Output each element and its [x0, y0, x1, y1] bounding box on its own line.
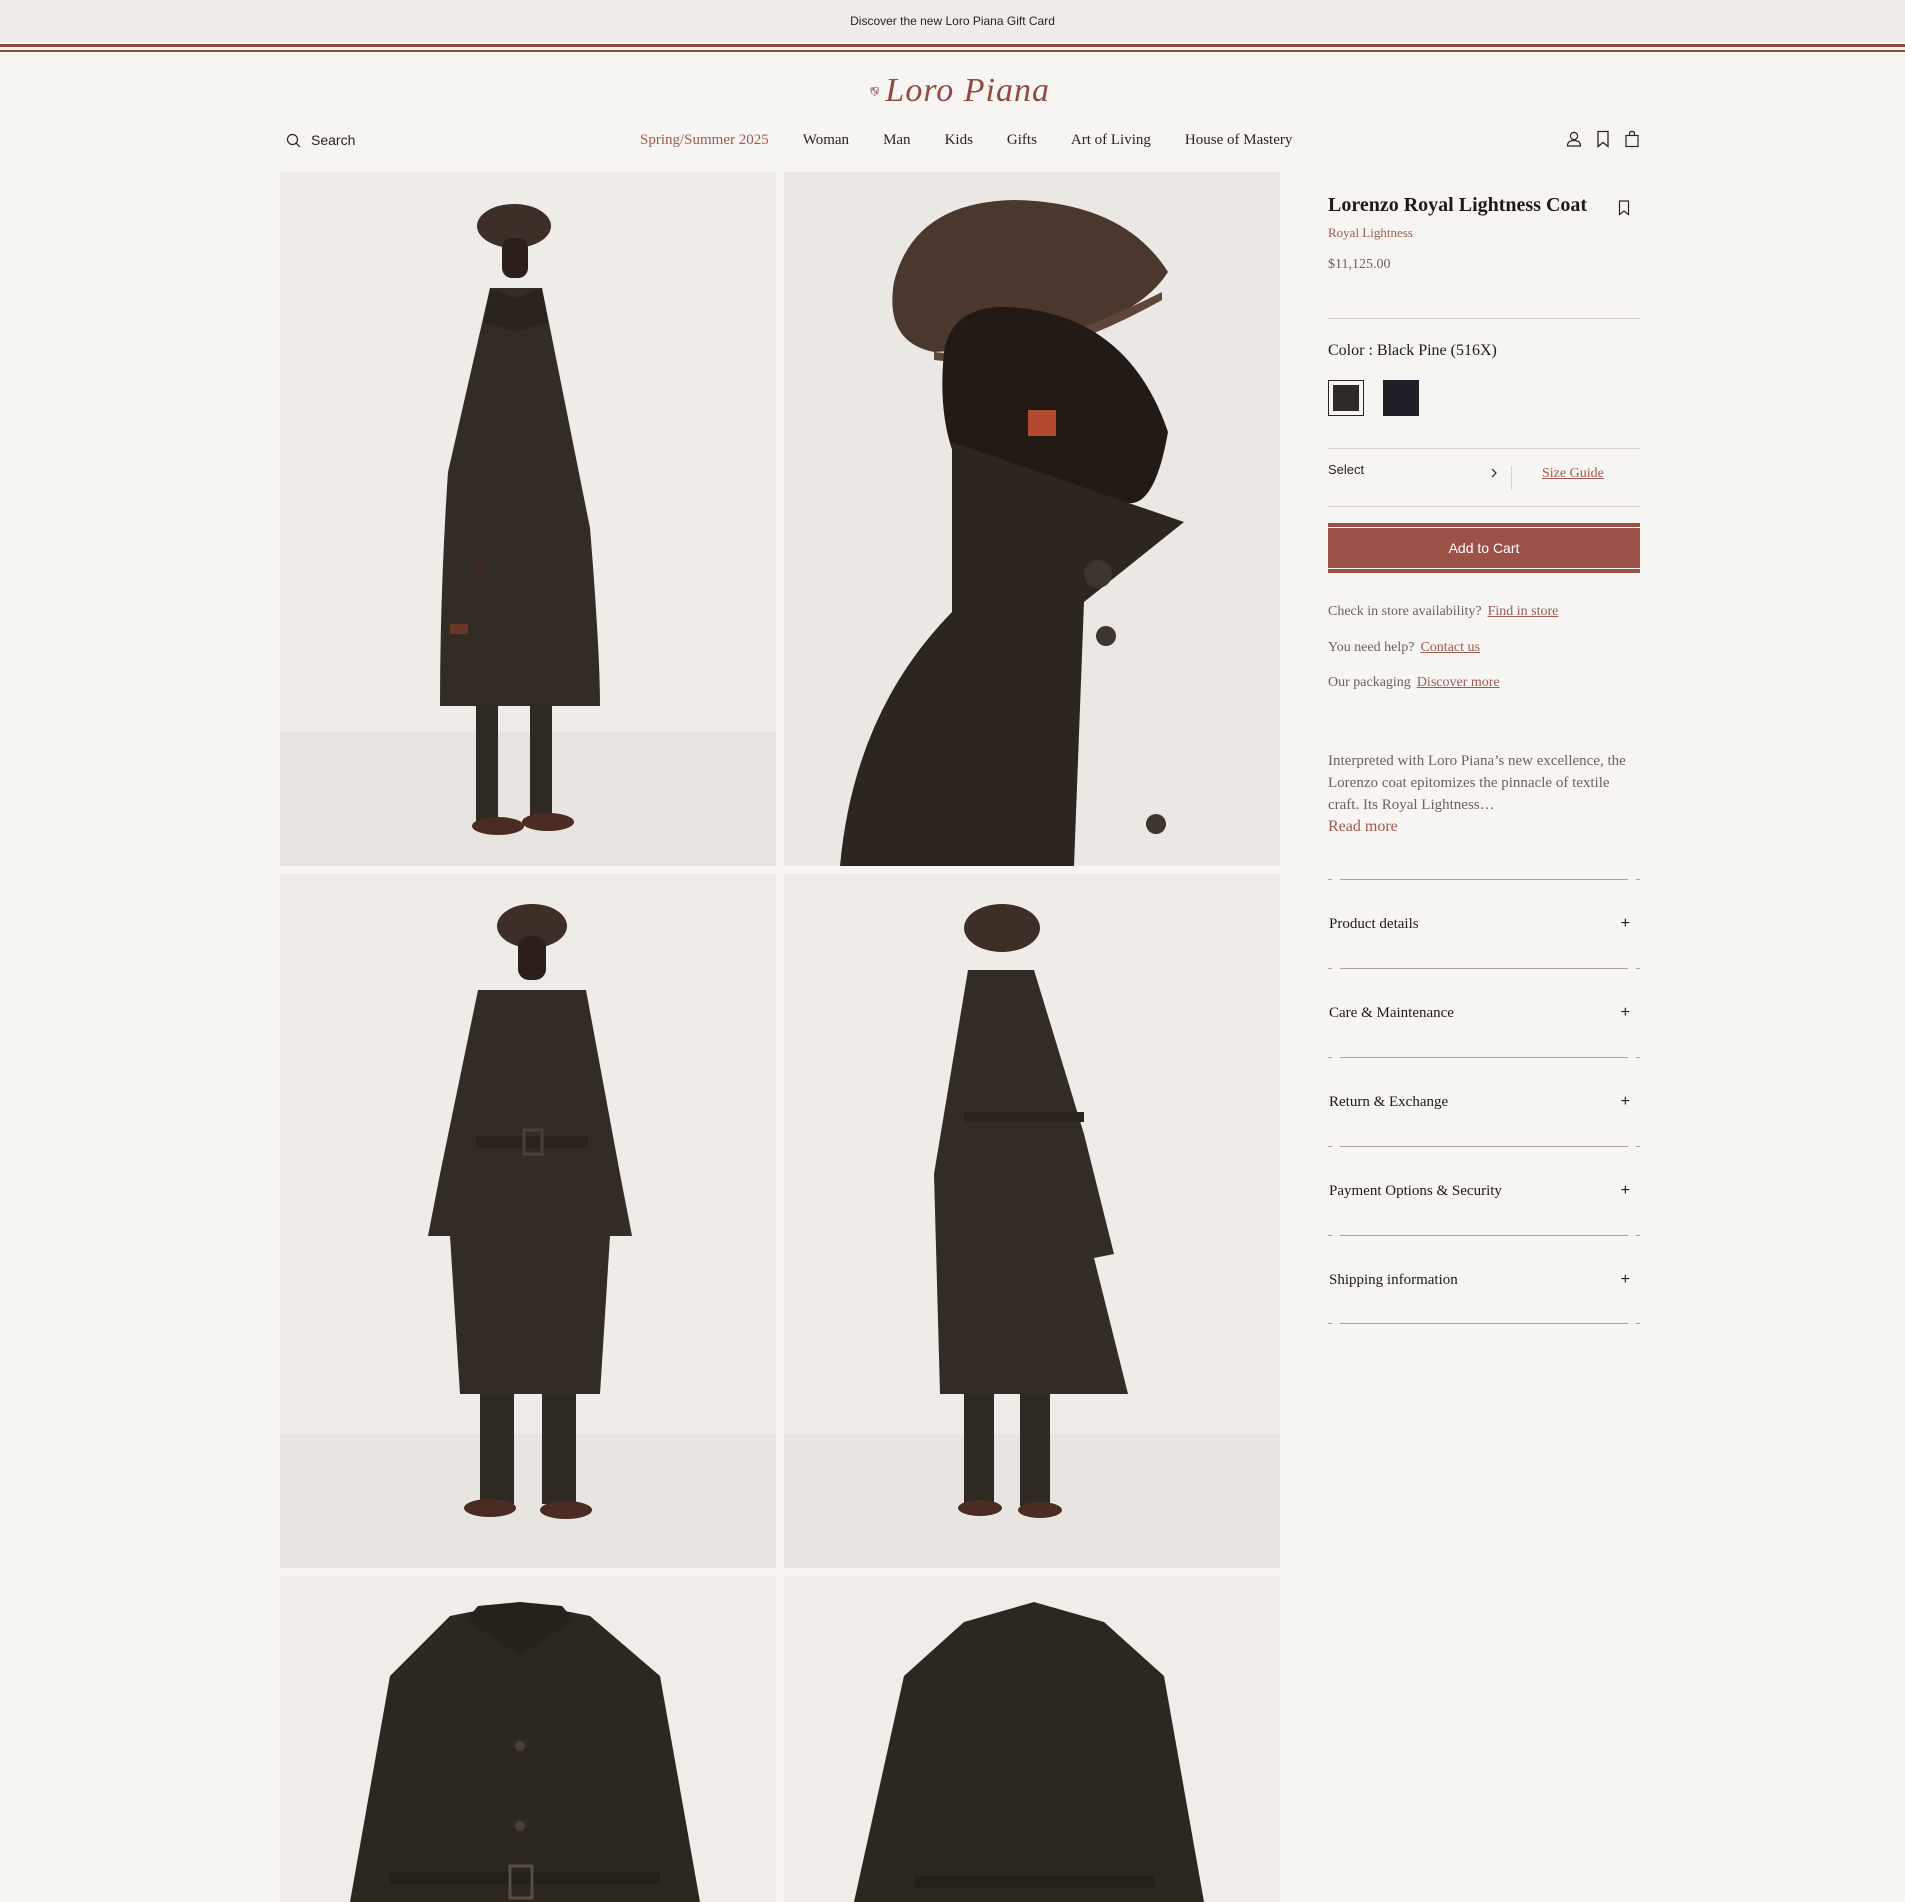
coat-front-full-image — [280, 874, 776, 1568]
size-select[interactable]: Select — [1328, 462, 1498, 488]
gallery-image-4[interactable] — [784, 874, 1280, 1568]
gallery-image-3[interactable] — [280, 874, 776, 1568]
accordion-label: Payment Options & Security — [1329, 1183, 1502, 1199]
divider — [1328, 318, 1640, 319]
utility-icons — [1566, 130, 1640, 148]
accordion-shipping-information[interactable]: Shipping information + — [1328, 1235, 1640, 1324]
plus-icon: + — [1620, 915, 1630, 932]
plus-icon: + — [1620, 1271, 1630, 1288]
size-guide-link[interactable]: Size Guide — [1542, 466, 1604, 482]
nav-item-gifts[interactable]: Gifts — [1007, 132, 1037, 149]
wishlist-icon[interactable] — [1618, 200, 1630, 216]
chevron-right-icon — [1491, 468, 1497, 478]
gallery-image-1[interactable] — [280, 172, 776, 866]
divider — [1328, 506, 1640, 507]
coat-collar-profile-image — [784, 172, 1280, 866]
plus-icon: + — [1620, 1182, 1630, 1199]
category-menu: Spring/Summer 2025 Woman Man Kids Gifts … — [640, 132, 1292, 149]
accordion-label: Product details — [1329, 916, 1419, 932]
coat-back-full-image — [784, 874, 1280, 1568]
help-label: You need help? — [1328, 640, 1415, 655]
promo-text[interactable]: Discover the new Loro Piana Gift Card — [850, 14, 1055, 28]
nav-item-woman[interactable]: Woman — [803, 132, 849, 149]
gallery-image-5[interactable] — [280, 1576, 776, 1902]
packaging-row: Our packaging Discover more — [1328, 675, 1500, 691]
coat-front-side-image — [280, 172, 776, 866]
size-select-label: Select — [1328, 462, 1365, 477]
accordion-return-exchange[interactable]: Return & Exchange + — [1328, 1057, 1640, 1146]
divider — [1328, 1323, 1640, 1324]
promo-divider — [0, 44, 1905, 52]
nav-item-kids[interactable]: Kids — [945, 132, 973, 149]
product-description: Interpreted with Loro Piana’s new excell… — [1328, 753, 1626, 813]
accordion-label: Shipping information — [1329, 1272, 1458, 1288]
search-button[interactable]: Search — [286, 132, 355, 148]
contact-us-link[interactable]: Contact us — [1420, 640, 1480, 655]
swatch-fill — [1383, 380, 1419, 416]
nav-item-house-of-mastery[interactable]: House of Mastery — [1185, 132, 1292, 149]
gallery-image-2[interactable] — [784, 172, 1280, 866]
color-label: Color : Black Pine (516X) — [1328, 342, 1497, 359]
nav-item-man[interactable]: Man — [883, 132, 911, 149]
discover-more-link[interactable]: Discover more — [1417, 675, 1500, 690]
main-nav: Search Spring/Summer 2025 Woman Man Kids… — [280, 130, 1640, 156]
accordion-label: Care & Maintenance — [1329, 1005, 1454, 1021]
search-label: Search — [311, 132, 356, 148]
nav-item-spring-summer-2025[interactable]: Spring/Summer 2025 — [640, 132, 769, 149]
product-title: Lorenzo Royal Lightness Coat — [1328, 194, 1588, 216]
swatch-black-pine[interactable] — [1328, 380, 1364, 416]
gallery-image-6[interactable] — [784, 1576, 1280, 1902]
coat-flat-back-image — [784, 1576, 1280, 1902]
find-in-store-link[interactable]: Find in store — [1488, 604, 1559, 619]
brand-wordmark: Loro Piana — [885, 72, 1050, 109]
brand-logo[interactable]: Loro Piana — [870, 68, 1050, 114]
divider — [1511, 466, 1512, 490]
plus-icon: + — [1620, 1004, 1630, 1021]
account-icon[interactable] — [1566, 130, 1582, 148]
product-price: $11,125.00 — [1328, 257, 1391, 272]
help-row: You need help? Contact us — [1328, 640, 1480, 656]
search-icon — [286, 133, 301, 147]
swatch-navy[interactable] — [1383, 380, 1419, 416]
coat-flat-front-image — [280, 1576, 776, 1902]
crest-icon — [870, 87, 880, 96]
wishlist-icon[interactable] — [1596, 130, 1610, 148]
promo-banner[interactable]: Discover the new Loro Piana Gift Card — [0, 0, 1905, 42]
nav-item-art-of-living[interactable]: Art of Living — [1071, 132, 1151, 149]
add-to-cart-button[interactable]: Add to Cart — [1328, 523, 1640, 573]
collection-link[interactable]: Royal Lightness — [1328, 225, 1413, 241]
divider — [1328, 448, 1640, 449]
plus-icon: + — [1620, 1093, 1630, 1110]
accordion-care-maintenance[interactable]: Care & Maintenance + — [1328, 968, 1640, 1057]
store-availability-label: Check in store availability? — [1328, 604, 1482, 619]
store-availability-row: Check in store availability? Find in stor… — [1328, 604, 1558, 620]
packaging-label: Our packaging — [1328, 675, 1411, 690]
accordion-payment-security[interactable]: Payment Options & Security + — [1328, 1146, 1640, 1235]
swatch-fill — [1333, 385, 1359, 411]
bag-icon[interactable] — [1624, 130, 1640, 148]
read-more-link[interactable]: Read more — [1328, 818, 1398, 836]
accordion-product-details[interactable]: Product details + — [1328, 879, 1640, 968]
accordion-label: Return & Exchange — [1329, 1094, 1449, 1110]
